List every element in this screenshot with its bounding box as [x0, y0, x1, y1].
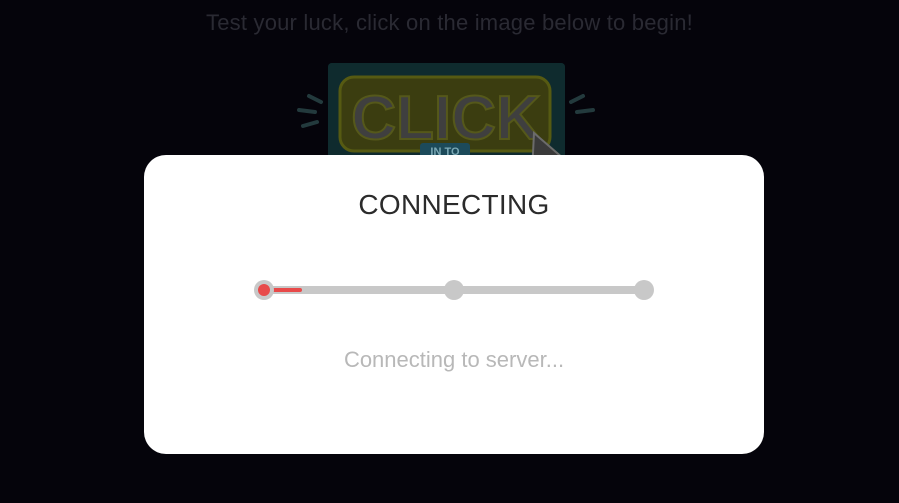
connection-progress — [254, 280, 654, 300]
progress-step-2 — [444, 280, 464, 300]
dialog-title: CONNECTING — [358, 189, 550, 220]
connecting-dialog: CONNECTING Connecting to server... — [144, 155, 764, 454]
progress-step-1 — [254, 280, 274, 300]
progress-step-3 — [634, 280, 654, 300]
page: Test your luck, click on the image below… — [0, 0, 899, 503]
connection-status-text: Connecting to server... — [343, 347, 565, 372]
